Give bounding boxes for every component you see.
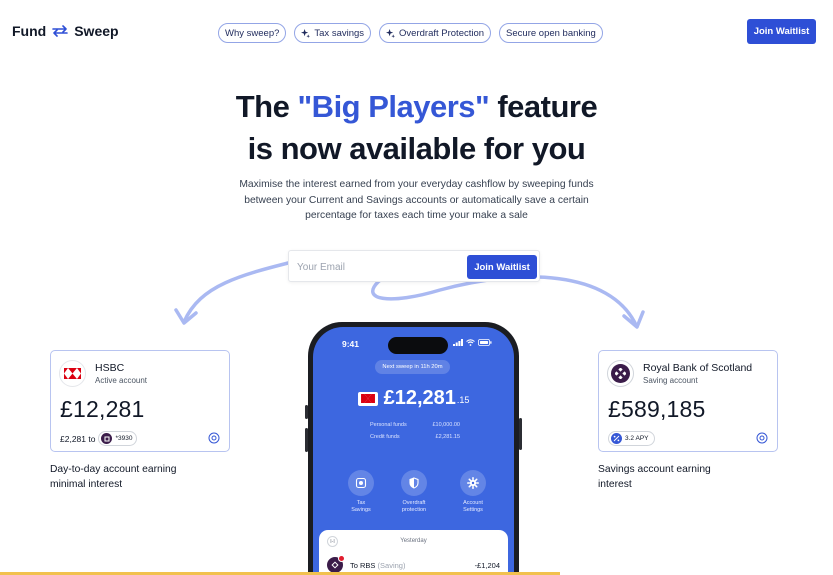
wifi-icon: [466, 339, 475, 346]
nav-secure-open-banking[interactable]: Secure open banking: [499, 23, 603, 43]
account-status: Saving account: [643, 376, 698, 385]
bank-name: Royal Bank of Scotland: [643, 362, 753, 374]
account-balance: £589,185: [608, 396, 706, 422]
transaction-row[interactable]: To RBS (Saving) -£1,204: [327, 555, 500, 573]
transaction-note: (Saving): [377, 560, 406, 570]
card-settings-icon[interactable]: [208, 431, 220, 449]
credit-funds-value: £2,281.15: [435, 434, 460, 440]
left-arrowhead: [174, 308, 198, 325]
join-waitlist-submit-button[interactable]: Join Waitlist: [467, 255, 537, 279]
transaction-amount: -£1,204: [474, 560, 500, 570]
rbs-transaction-icon: [327, 555, 345, 573]
nav-tax-savings[interactable]: Tax savings: [294, 23, 372, 43]
hsbc-badge-icon: [338, 555, 345, 562]
gear-icon: [460, 470, 486, 496]
email-input[interactable]: [297, 257, 462, 277]
action-label: Tax: [356, 500, 366, 506]
nav-label: Why sweep?: [225, 27, 280, 39]
hsbc-account-card: HSBC Active account £12,281 £2,281 to *3…: [50, 350, 230, 452]
personal-funds-label: Personal funds: [370, 422, 407, 428]
signal-icon: [453, 339, 463, 346]
sweep-transfer: £2,281 to *3930: [60, 431, 138, 446]
dynamic-island: [388, 337, 448, 354]
credit-funds-row: Credit funds £2,281.15: [370, 434, 460, 440]
account-status: Active account: [95, 376, 148, 385]
personal-funds-row: Personal funds £10,000.00: [370, 422, 460, 428]
transfer-amount: £2,281 to: [60, 433, 96, 444]
battery-icon: [478, 339, 492, 346]
transaction-recipient: To RBS: [350, 560, 376, 570]
email-signup-form: Join Waitlist: [288, 250, 540, 282]
join-waitlist-button[interactable]: Join Waitlist: [747, 19, 816, 44]
hero-title-post: feature: [489, 89, 598, 124]
rbs-account-card: Royal Bank of Scotland Saving account £5…: [598, 350, 778, 452]
hsbc-small-icon: [357, 391, 378, 406]
right-arrowhead: [622, 310, 645, 329]
action-label: Account: [463, 500, 483, 506]
hero-title-line2: is now available for you: [247, 131, 586, 166]
apy-value: 3.2 APY: [625, 435, 649, 442]
action-label: Settings: [463, 507, 483, 513]
left-curved-arrow: [182, 258, 302, 324]
transaction-history-panel: I-I Yesterday To RBS (Saving) -£1,204: [319, 530, 508, 575]
caption-line: interest: [598, 479, 632, 490]
logo-text-sweep: Sweep: [74, 23, 119, 39]
personal-funds-value: £10,000.00: [432, 422, 460, 428]
phone-mockup: 9:41 Next sweep in 11h 20m £12,281.15 Pe…: [308, 322, 519, 575]
caption-line: minimal interest: [50, 479, 123, 490]
sparkle-icon: [301, 28, 311, 38]
phone-screen: 9:41 Next sweep in 11h 20m £12,281.15 Pe…: [313, 327, 514, 575]
transaction-label: To RBS (Saving): [350, 561, 405, 570]
sparkle-icon: [386, 28, 396, 38]
nav-why-sweep[interactable]: Why sweep?: [218, 23, 287, 43]
hero-title-pre: The: [235, 89, 298, 124]
credit-funds-label: Credit funds: [370, 434, 400, 440]
phone-balance: £12,281.15: [313, 387, 514, 410]
hsbc-logo-icon: [59, 360, 86, 387]
action-label: protection: [401, 507, 427, 513]
rbs-mini-icon: [101, 433, 113, 444]
nav-label: Tax savings: [314, 27, 365, 39]
nav-label: Secure open banking: [506, 27, 596, 39]
phone-balance-cents: .15: [456, 395, 470, 405]
account-balance: £12,281: [60, 396, 145, 422]
phone-power-button: [519, 418, 522, 450]
phone-balance-amount: £12,281: [383, 387, 456, 409]
target-account-chip[interactable]: *3930: [98, 431, 138, 446]
nav-overdraft-protection[interactable]: Overdraft Protection: [379, 23, 492, 43]
hero-title: The "Big Players" feature is now availab…: [0, 86, 833, 170]
card-settings-icon[interactable]: [756, 431, 768, 449]
bank-name: HSBC: [95, 362, 125, 374]
status-time: 9:41: [342, 339, 360, 349]
swap-arrows-icon: [51, 25, 69, 37]
overdraft-protection-action[interactable]: Overdraft protection: [394, 470, 434, 514]
percent-icon: [611, 433, 622, 444]
tax-savings-icon: [348, 470, 374, 496]
logo-text-fund: Fund: [12, 23, 47, 39]
fundsweep-logo[interactable]: Fund Sweep: [12, 23, 119, 39]
nav-label: Overdraft Protection: [399, 27, 485, 39]
caption-line: Savings account earning: [598, 464, 711, 475]
history-heading: Yesterday: [400, 538, 427, 544]
right-card-caption: Savings account earning interest: [598, 462, 711, 492]
top-nav: Why sweep? Tax savings Overdraft Protect…: [218, 23, 603, 43]
action-label: Overdraft: [402, 500, 426, 506]
target-account-number: *3930: [115, 435, 133, 442]
apy-badge: 3.2 APY: [608, 431, 655, 446]
tax-savings-action[interactable]: Tax Savings: [341, 470, 381, 514]
shield-icon: [401, 470, 427, 496]
hero-subtitle: Maximise the interest earned from your e…: [239, 179, 594, 221]
action-label: Savings: [351, 507, 371, 513]
status-icons: [453, 339, 492, 346]
rbs-logo-icon: [607, 360, 634, 387]
hero-title-accent: "Big Players": [297, 89, 490, 124]
left-card-caption: Day-to-day account earning minimal inter…: [50, 462, 177, 492]
account-settings-action[interactable]: Account Settings: [453, 470, 493, 514]
caption-line: Day-to-day account earning: [50, 464, 177, 475]
next-sweep-chip: Next sweep in 11h 20m: [375, 360, 450, 374]
